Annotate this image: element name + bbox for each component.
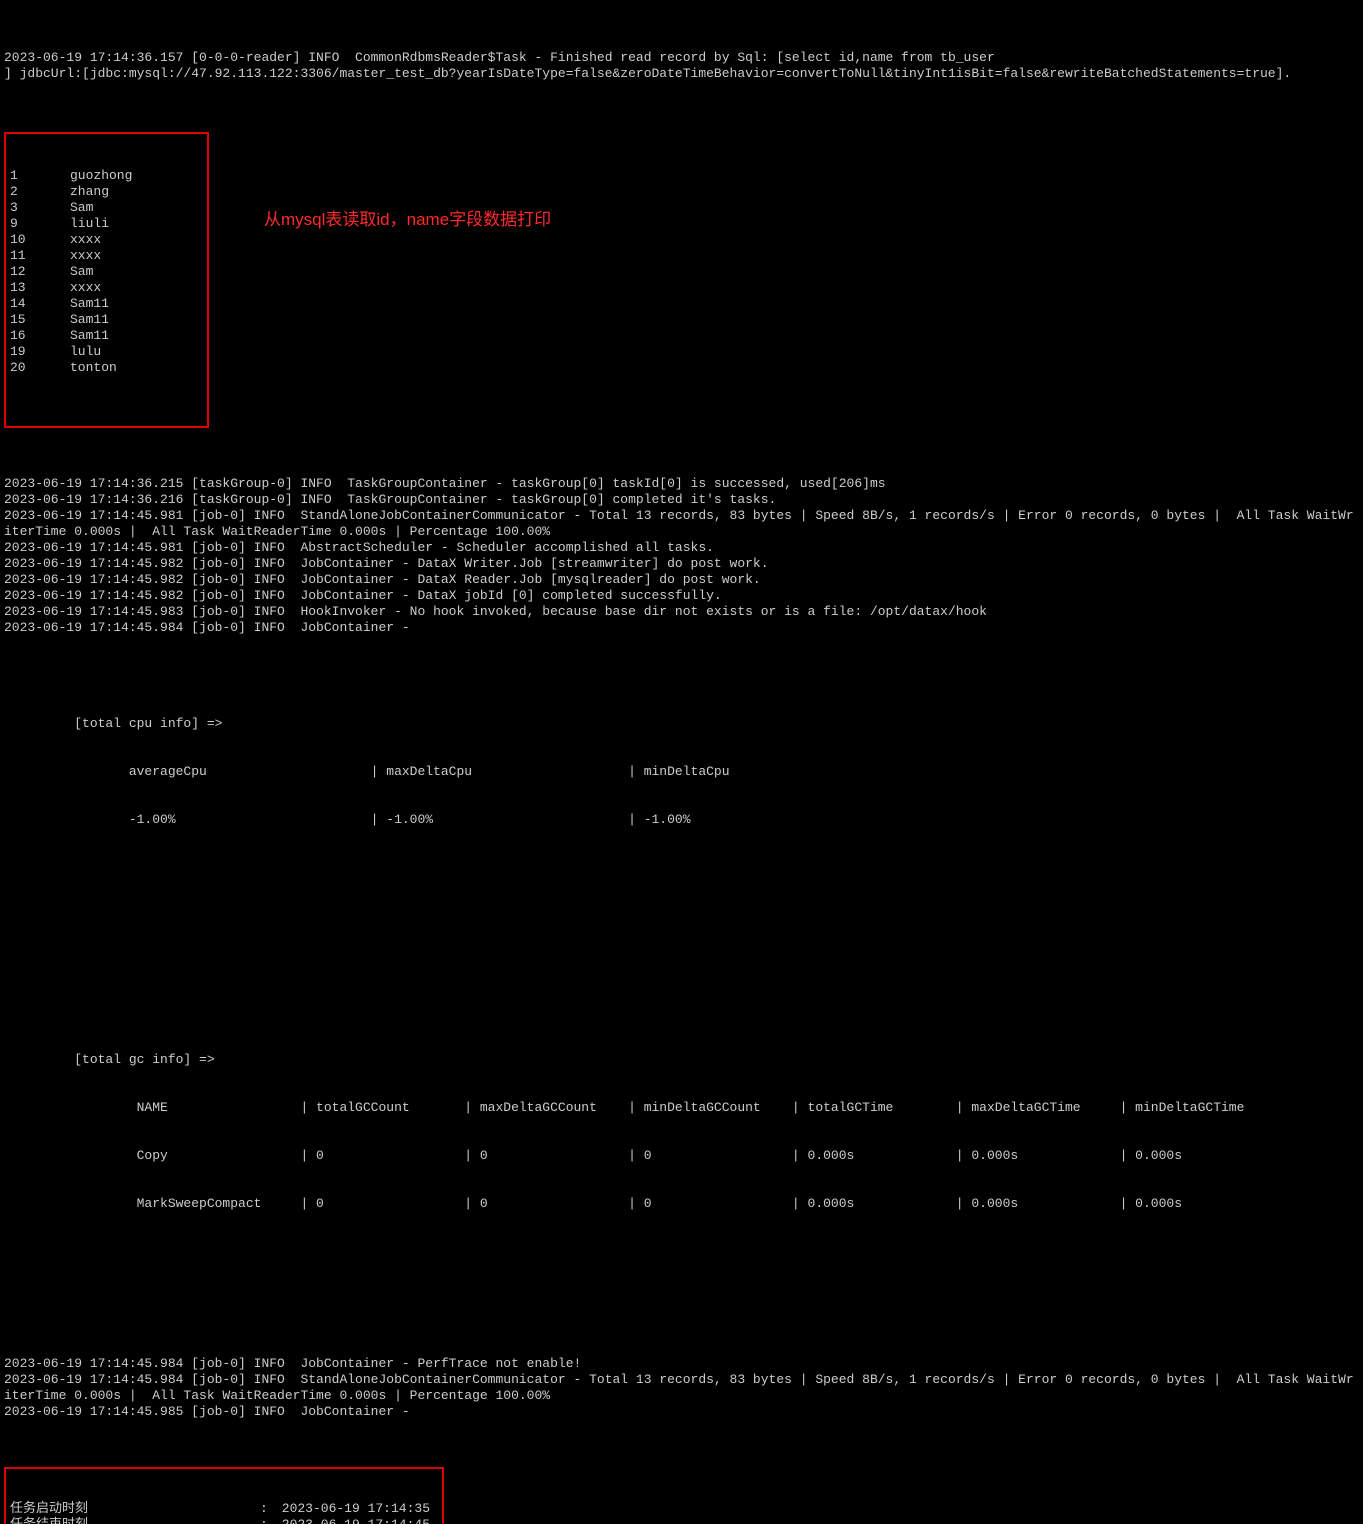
terminal-output[interactable]: 2023-06-19 17:14:36.157 [0-0-0-reader] I… — [0, 0, 1363, 1524]
log-line: 2023-06-19 17:14:45.982 [job-0] INFO Job… — [4, 556, 1359, 572]
annotation-label: 从mysql表读取id，name字段数据打印 — [264, 212, 551, 228]
log-line: 2023-06-19 17:14:45.983 [job-0] INFO Hoo… — [4, 604, 1359, 620]
table-row: 16Sam11 — [10, 328, 203, 344]
log-line: 2023-06-19 17:14:45.984 [job-0] INFO Job… — [4, 620, 1359, 636]
table-row: 15Sam11 — [10, 312, 203, 328]
table-row: 1guozhong — [10, 168, 203, 184]
log-line: 2023-06-19 17:14:45.984 [job-0] INFO Sta… — [4, 1372, 1359, 1404]
table-row: 10xxxx — [10, 232, 203, 248]
gc-info-table: [total gc info] => NAME | totalGCCount |… — [4, 1020, 1359, 1244]
log-line: 2023-06-19 17:14:36.215 [taskGroup-0] IN… — [4, 476, 1359, 492]
log-line: 2023-06-19 17:14:45.981 [job-0] INFO Abs… — [4, 540, 1359, 556]
log-line: 2023-06-19 17:14:36.216 [taskGroup-0] IN… — [4, 492, 1359, 508]
data-output-box: 1guozhong2zhang3Sam9liuli10xxxx11xxxx12S… — [4, 132, 209, 428]
log-line: 2023-06-19 17:14:36.157 [0-0-0-reader] I… — [4, 50, 1359, 66]
table-row: 19lulu — [10, 344, 203, 360]
table-row: 12Sam — [10, 264, 203, 280]
log-line: 2023-06-19 17:14:45.984 [job-0] INFO Job… — [4, 1356, 1359, 1372]
log-line: 2023-06-19 17:14:45.985 [job-0] INFO Job… — [4, 1404, 1359, 1420]
log-line: 2023-06-19 17:14:45.981 [job-0] INFO Sta… — [4, 508, 1359, 540]
summary-row: 任务启动时刻:2023-06-19 17:14:35 — [10, 1501, 438, 1517]
job-summary-box: 任务启动时刻:2023-06-19 17:14:35任务结束时刻:2023-06… — [4, 1467, 444, 1524]
log-line: 2023-06-19 17:14:45.982 [job-0] INFO Job… — [4, 572, 1359, 588]
table-row: 2zhang — [10, 184, 203, 200]
log-line: ] jdbcUrl:[jdbc:mysql://47.92.113.122:33… — [4, 66, 1359, 82]
table-row: 14Sam11 — [10, 296, 203, 312]
table-row: 3Sam — [10, 200, 203, 216]
cpu-info-table: [total cpu info] => averageCpu | maxDelt… — [4, 684, 1359, 860]
log-line: 2023-06-19 17:14:45.982 [job-0] INFO Job… — [4, 588, 1359, 604]
table-row: 13xxxx — [10, 280, 203, 296]
summary-row: 任务结束时刻:2023-06-19 17:14:45 — [10, 1517, 438, 1524]
table-row: 20tonton — [10, 360, 203, 376]
table-row: 9liuli — [10, 216, 203, 232]
table-row: 11xxxx — [10, 248, 203, 264]
